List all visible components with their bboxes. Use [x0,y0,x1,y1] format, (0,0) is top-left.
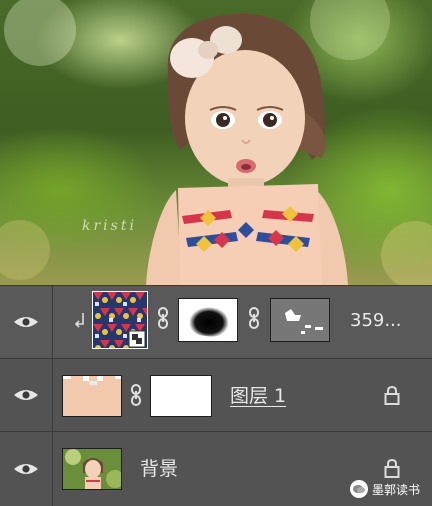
wechat-icon [349,480,368,498]
photo-watermark: kristi [82,218,137,234]
layer-name[interactable]: 背景 [140,454,178,481]
canvas-artwork [0,0,432,285]
visibility-column [0,359,53,432]
image-canvas: kristi [0,0,432,285]
chain-link-icon[interactable] [130,384,142,406]
vector-mask-thumb[interactable] [178,298,238,342]
source-badge: 墨郭读书 [349,480,420,498]
layer-name[interactable]: 图层 1 [230,381,286,408]
smart-object-badge-icon [128,330,146,348]
skin-fill-thumb[interactable] [62,375,122,417]
chain-link-icon[interactable] [248,307,260,329]
eye-icon[interactable] [13,462,39,476]
eye-icon[interactable] [13,388,39,402]
layer-row-pattern[interactable]: 359... [0,285,432,359]
visibility-column [0,286,53,359]
background-photo-thumb[interactable] [62,448,122,490]
chain-link-icon[interactable] [157,307,169,329]
layer-row-background[interactable]: 背景 墨郭读书 [0,431,432,506]
layer-mask-thumb[interactable] [270,298,330,342]
eye-icon[interactable] [13,315,39,329]
layer-value: 359... [350,310,402,331]
lock-icon[interactable] [384,458,400,478]
layers-panel: 359... 图层 1 背景 墨郭读书 [0,285,432,506]
visibility-column [0,432,53,506]
lock-icon[interactable] [384,385,400,405]
layer-row-layer1[interactable]: 图层 1 [0,358,432,432]
white-mask-thumb[interactable] [150,375,212,417]
source-badge-label: 墨郭读书 [371,482,420,497]
clipping-arrow-icon [74,313,84,328]
